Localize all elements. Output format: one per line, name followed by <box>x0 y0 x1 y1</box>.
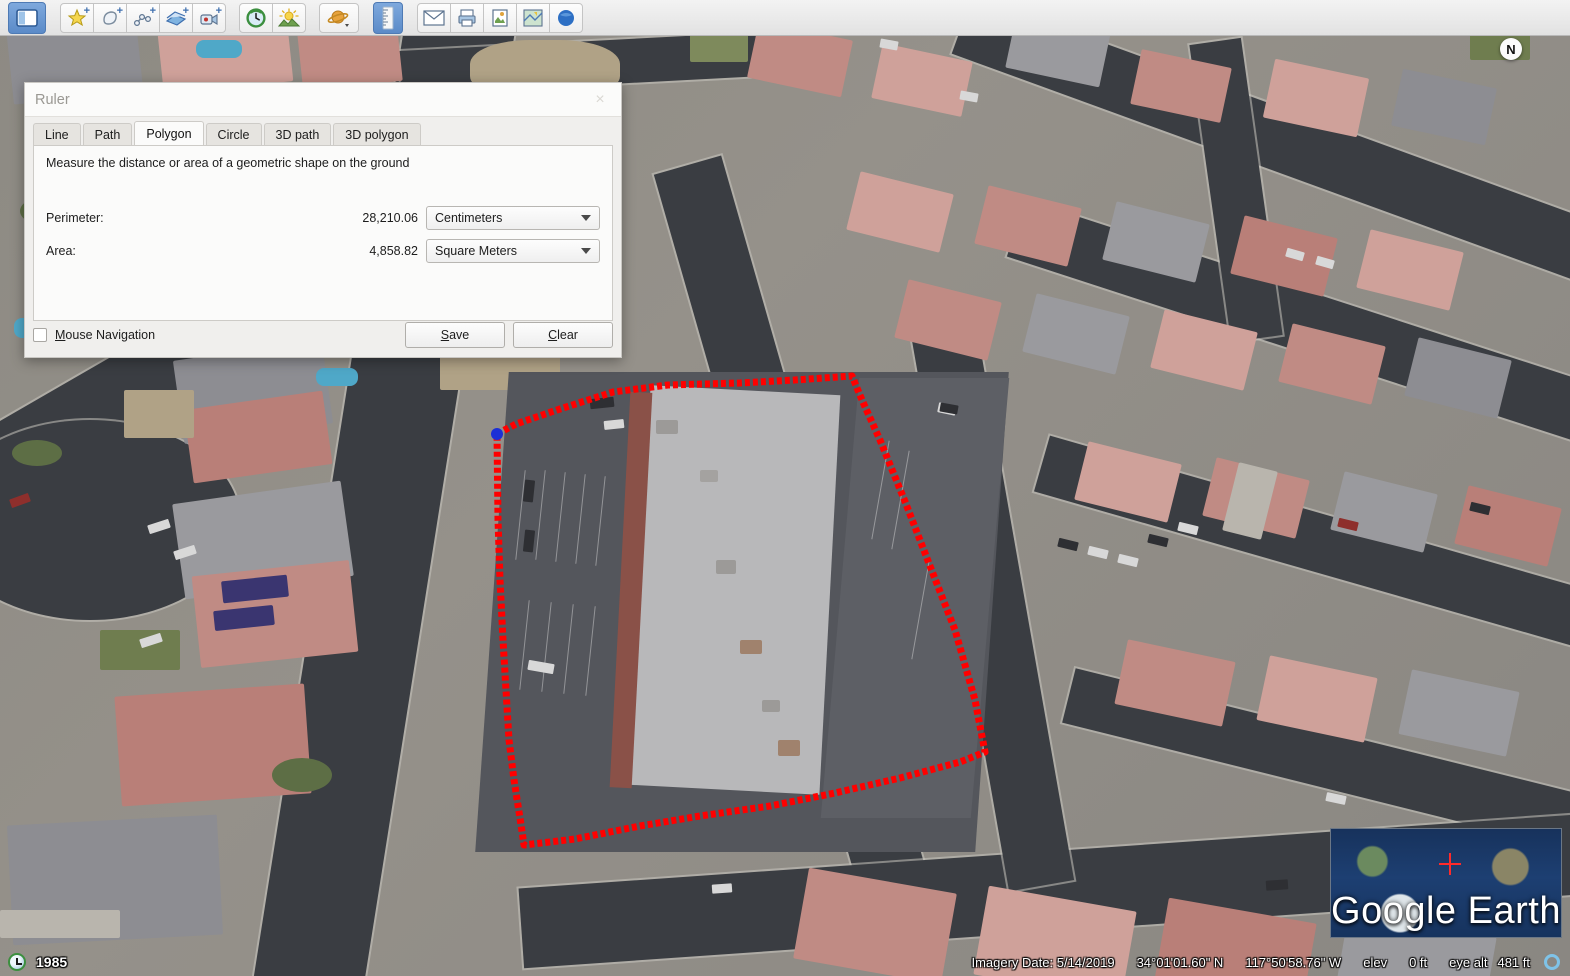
crosshair-icon <box>1439 853 1461 875</box>
add-polygon-button[interactable]: + <box>93 2 127 33</box>
ruler-description: Measure the distance or area of a geomet… <box>46 156 410 170</box>
envelope-icon <box>423 9 445 26</box>
google-earth-window: N Google Earth + + + + + Ruler × Line Pa… <box>0 0 1570 976</box>
add-placemark-button[interactable]: + <box>60 2 94 33</box>
mouse-navigation-checkbox[interactable] <box>33 328 47 342</box>
ruler-panel: Measure the distance or area of a geomet… <box>33 145 613 321</box>
toolbar-group-time <box>239 2 306 33</box>
record-tour-button[interactable]: + <box>192 2 226 33</box>
plus-badge: + <box>83 4 90 17</box>
perimeter-unit-select[interactable]: Centimeters <box>426 206 600 230</box>
north-indicator: N <box>1500 38 1522 60</box>
save-image-icon <box>492 8 508 27</box>
historical-year-label: 1985 <box>36 954 68 970</box>
toolbar-group-ruler <box>373 1 403 34</box>
north-label: N <box>1506 41 1516 57</box>
area-unit-value: Square Meters <box>435 244 517 258</box>
area-value: 4,858.82 <box>369 244 418 258</box>
status-bar-right: Imagery Date: 5/14/2019 34°01'01.60" N 1… <box>971 954 1570 970</box>
streaming-status-icon <box>1544 954 1560 970</box>
ruler-tab-bar: Line Path Polygon Circle 3D path 3D poly… <box>25 117 621 145</box>
perimeter-label: Perimeter: <box>46 211 104 225</box>
ruler-title-label: Ruler <box>35 91 70 108</box>
google-earth-logo: Google Earth <box>1330 828 1562 938</box>
area-label: Area: <box>46 244 76 258</box>
add-path-button[interactable]: + <box>126 2 160 33</box>
tab-3d-polygon[interactable]: 3D polygon <box>333 123 421 145</box>
ruler-footer: Mouse Navigation Save Clear <box>33 321 613 349</box>
imagery-date: Imagery Date: 5/14/2019 <box>971 954 1115 970</box>
tab-path[interactable]: Path <box>82 123 133 145</box>
perimeter-value: 28,210.06 <box>362 211 418 225</box>
elevation-label: elev <box>1363 954 1388 970</box>
tab-polygon[interactable]: Polygon <box>134 121 204 145</box>
ruler-icon <box>382 6 394 29</box>
add-image-overlay-button[interactable]: + <box>159 2 193 33</box>
view-in-maps-button[interactable] <box>516 2 550 33</box>
email-button[interactable] <box>417 2 451 33</box>
tab-label: 3D path <box>275 127 320 142</box>
tab-label: Circle <box>217 127 250 142</box>
chevron-down-icon <box>581 248 591 254</box>
sidebar-toggle-button[interactable] <box>8 1 46 34</box>
toolbar-group-add: + + + + + <box>60 2 226 33</box>
tab-line[interactable]: Line <box>33 123 81 145</box>
eye-altitude-group: eye alt 481 ft <box>1449 954 1560 970</box>
save-button[interactable]: Save <box>405 322 505 348</box>
longitude-readout: 117°50'58.76" W <box>1245 954 1342 970</box>
clear-button[interactable]: Clear <box>513 322 613 348</box>
toolbar-group-share <box>417 2 583 33</box>
eye-alt-label: eye alt <box>1449 954 1488 970</box>
status-bar: 1985 Imagery Date: 5/14/2019 34°01'01.60… <box>0 948 1570 976</box>
sidebar-icon <box>16 8 38 27</box>
eye-alt-value: 481 ft <box>1497 954 1530 970</box>
sunlight-button[interactable] <box>272 2 306 33</box>
plus-badge: + <box>215 4 222 17</box>
google-earth-wordmark: Google Earth <box>1331 890 1561 932</box>
clock-icon <box>8 953 26 971</box>
plus-badge: + <box>149 4 156 17</box>
globe-icon <box>558 9 574 26</box>
plus-badge: + <box>182 4 189 17</box>
toolbar-group-sidebar <box>8 1 46 34</box>
chevron-down-icon <box>581 215 591 221</box>
latitude-readout: 34°01'01.60" N <box>1136 954 1224 970</box>
print-button[interactable] <box>450 2 484 33</box>
main-toolbar: + + + + + <box>0 0 1570 36</box>
perimeter-unit-value: Centimeters <box>435 211 503 225</box>
tab-circle[interactable]: Circle <box>205 123 262 145</box>
close-icon[interactable]: × <box>589 89 611 111</box>
elevation-value: 0 ft <box>1409 954 1428 970</box>
area-unit-select[interactable]: Square Meters <box>426 239 600 263</box>
tab-label: Polygon <box>146 126 192 141</box>
tab-label: Path <box>94 127 121 142</box>
globe-button[interactable] <box>549 2 583 33</box>
area-row: Area: 4,858.82 Square Meters <box>46 239 600 263</box>
ruler-title-bar[interactable]: Ruler × <box>25 83 621 117</box>
toolbar-group-planet <box>319 2 359 33</box>
tab-label: 3D polygon <box>345 127 409 142</box>
mouse-navigation-label: Mouse Navigation <box>55 328 156 342</box>
tab-3d-path[interactable]: 3D path <box>263 123 332 145</box>
historical-imagery-button[interactable] <box>239 2 273 33</box>
map-icon <box>523 8 543 27</box>
printer-icon <box>458 8 476 27</box>
perimeter-row: Perimeter: 28,210.06 Centimeters <box>46 206 600 230</box>
tab-label: Line <box>45 127 69 142</box>
planet-switcher-button[interactable] <box>319 2 359 33</box>
saturn-icon <box>327 10 349 27</box>
sun-icon <box>278 7 300 26</box>
historical-imagery-indicator[interactable]: 1985 <box>0 953 67 971</box>
save-image-button[interactable] <box>483 2 517 33</box>
ruler-dialog: Ruler × Line Path Polygon Circle 3D path… <box>24 82 622 358</box>
plus-badge: + <box>116 4 123 17</box>
clock-icon <box>246 7 266 28</box>
ruler-button[interactable] <box>373 1 403 34</box>
